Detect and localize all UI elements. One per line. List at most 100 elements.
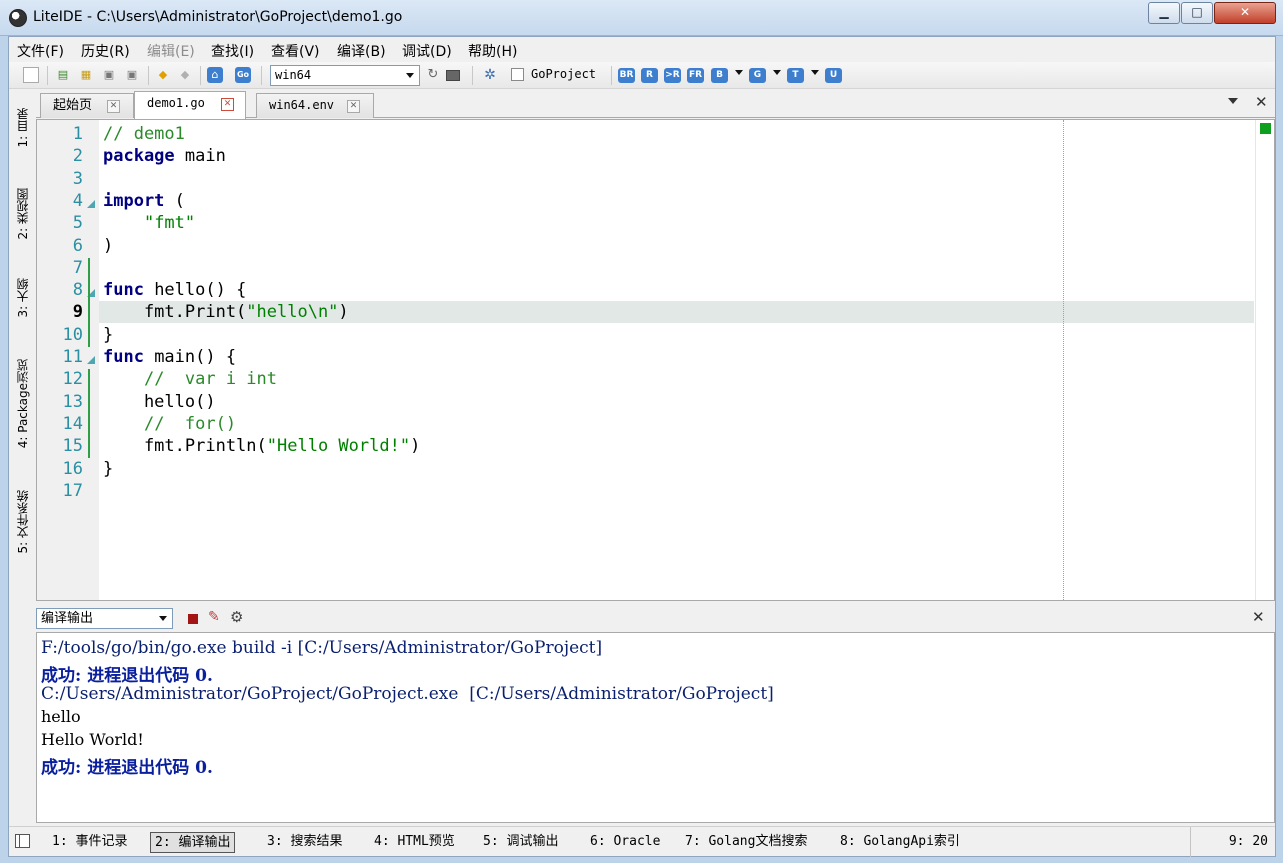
run-terminal-icon[interactable]: >R xyxy=(664,68,681,83)
code-token: ) xyxy=(103,235,114,256)
fold-toggle-icon[interactable] xyxy=(87,356,95,364)
code-line: fmt.Print("hello\n") xyxy=(103,302,349,322)
dock-tab-directory[interactable]: 1: 目录 xyxy=(12,98,32,158)
dock-tab-outline[interactable]: 3: 大纲 xyxy=(12,268,32,328)
menu-file[interactable]: 文件(F) xyxy=(17,41,64,61)
open-file-icon[interactable]: ▤ xyxy=(55,67,71,83)
output-line: 成功: 进程退出代码 0. xyxy=(41,758,213,778)
line-number: 12 xyxy=(62,369,83,390)
update-icon[interactable]: U xyxy=(825,68,842,83)
close-icon[interactable]: ✕ xyxy=(347,100,360,113)
reload-icon[interactable]: ↻ xyxy=(425,67,441,83)
tab-win64-env[interactable]: win64.env ✕ xyxy=(256,93,374,118)
menu-build[interactable]: 编译(B) xyxy=(337,41,386,61)
bottom-tab-debug-output[interactable]: 5: 调试输出 xyxy=(479,832,562,853)
save-all-icon[interactable]: ▣ xyxy=(124,67,140,83)
get-icon[interactable]: G xyxy=(749,68,766,83)
line-number: 4 xyxy=(72,190,83,211)
gear-icon[interactable]: ✲ xyxy=(482,67,498,83)
menu-help[interactable]: 帮助(H) xyxy=(468,41,517,61)
code-token: ) xyxy=(338,302,349,323)
code-token: // var i int xyxy=(143,369,278,390)
environment-value: win64 xyxy=(275,68,312,82)
change-marker xyxy=(88,257,90,347)
output-line: F:/tools/go/bin/go.exe build -i [C:/User… xyxy=(41,638,603,658)
bottom-tab-search-results[interactable]: 3: 搜索结果 xyxy=(263,832,346,853)
test-icon[interactable]: T xyxy=(787,68,804,83)
change-marker xyxy=(88,369,90,459)
code-line: package main xyxy=(103,146,226,166)
maximize-button[interactable]: □ xyxy=(1181,2,1213,24)
run-icon[interactable]: R xyxy=(641,68,658,83)
close-window-button[interactable]: ✕ xyxy=(1214,2,1276,24)
code-editor[interactable]: 1 2 3 4 5 6 7 8 9 10 11 12 13 14 15 16 17 // demo1 packag… xyxy=(36,119,1275,601)
tab-start-page[interactable]: 起始页 ✕ xyxy=(40,93,134,118)
line-number: 15 xyxy=(62,436,83,457)
tab-list-dropdown-icon[interactable] xyxy=(1228,98,1238,104)
cursor-position: 9: 20 xyxy=(1190,827,1275,857)
menu-bar: 文件(F) 历史(R) 编辑(E) 查找(I) 查看(V) 编译(B) 调试(D… xyxy=(9,37,1275,61)
minimize-button[interactable]: ▁ xyxy=(1148,2,1180,24)
close-icon[interactable]: ✕ xyxy=(1252,608,1265,626)
code-token: hello() xyxy=(103,391,216,412)
console-icon[interactable] xyxy=(446,70,460,81)
build-output-console[interactable]: F:/tools/go/bin/go.exe build -i [C:/User… xyxy=(36,632,1275,823)
dock-tab-file-system[interactable]: 5: 文件系统 xyxy=(12,478,32,566)
build-dropdown-icon[interactable] xyxy=(735,70,743,75)
new-file-icon[interactable] xyxy=(23,67,39,83)
forward-arrow-icon[interactable]: ◆ xyxy=(177,67,193,83)
get-dropdown-icon[interactable] xyxy=(773,70,781,75)
line-number: 16 xyxy=(62,458,83,479)
go-icon[interactable]: Go xyxy=(235,67,251,83)
code-token: main() { xyxy=(143,347,237,367)
bottom-tab-golang-api-index[interactable]: 8: GolangApi索引 xyxy=(836,832,964,853)
bottom-tab-oracle[interactable]: 6: Oracle xyxy=(586,832,664,853)
save-icon[interactable]: ▣ xyxy=(101,67,117,83)
bottom-tab-event-log[interactable]: 1: 事件记录 xyxy=(48,832,131,853)
no-errors-marker-icon xyxy=(1260,123,1271,134)
build-icon[interactable]: B xyxy=(711,68,728,83)
output-select[interactable]: 编译输出 xyxy=(36,608,173,629)
open-folder-icon[interactable]: ▦ xyxy=(78,67,94,83)
menu-view[interactable]: 查看(V) xyxy=(271,41,320,61)
line-number: 3 xyxy=(72,168,83,189)
home-icon[interactable]: ⌂ xyxy=(207,67,223,83)
environment-select[interactable]: win64 xyxy=(270,65,420,86)
dock-tab-class-view[interactable]: 2: 类视图 xyxy=(12,176,32,252)
bottom-tab-html-preview[interactable]: 4: HTML预览 xyxy=(370,832,459,853)
close-icon[interactable]: ✕ xyxy=(221,98,234,111)
left-dock: 1: 目录 2: 类视图 3: 大纲 4: Package浏览 5: 文件系统 xyxy=(9,90,35,602)
menu-find[interactable]: 查找(I) xyxy=(211,41,254,61)
project-checkbox[interactable] xyxy=(511,68,524,81)
code-token: func xyxy=(103,347,144,367)
code-token: "Hello World!" xyxy=(266,436,411,457)
dock-tab-package-browser[interactable]: 4: Package浏览 xyxy=(12,346,32,462)
menu-history[interactable]: 历史(R) xyxy=(81,41,130,61)
test-dropdown-icon[interactable] xyxy=(811,70,819,75)
clear-output-icon[interactable]: ✎ xyxy=(208,609,220,625)
code-line: func hello() { xyxy=(103,280,246,300)
back-arrow-icon[interactable]: ◆ xyxy=(155,67,171,83)
build-run-icon[interactable]: BR xyxy=(618,68,635,83)
tab-demo1-go[interactable]: demo1.go ✕ xyxy=(134,91,246,119)
code-line: } xyxy=(103,459,113,479)
code-token: ( xyxy=(164,190,185,211)
bottom-tab-golang-doc-search[interactable]: 7: Golang文档搜索 xyxy=(681,832,811,853)
code-line: } xyxy=(103,325,113,345)
gear-icon[interactable]: ⚙ xyxy=(230,608,243,626)
code-line: // for() xyxy=(103,414,236,434)
toggle-dock-icon[interactable] xyxy=(15,834,30,848)
close-icon[interactable]: ✕ xyxy=(107,100,120,113)
code-line: import ( xyxy=(103,191,185,211)
output-line: Hello World! xyxy=(41,730,144,749)
file-run-icon[interactable]: FR xyxy=(687,68,704,83)
fold-toggle-icon[interactable] xyxy=(87,199,95,208)
menu-debug[interactable]: 调试(D) xyxy=(402,41,452,61)
code-token: ) xyxy=(410,436,421,457)
toolbar: ▤ ▦ ▣ ▣ ◆ ◆ ⌂ Go win64 ↻ ✲ GoProject BR … xyxy=(9,62,1275,89)
stop-icon[interactable] xyxy=(188,614,198,624)
bottom-tab-build-output[interactable]: 2: 编译输出 xyxy=(150,832,236,853)
close-icon[interactable]: ✕ xyxy=(1255,93,1268,111)
menu-edit[interactable]: 编辑(E) xyxy=(147,41,195,61)
